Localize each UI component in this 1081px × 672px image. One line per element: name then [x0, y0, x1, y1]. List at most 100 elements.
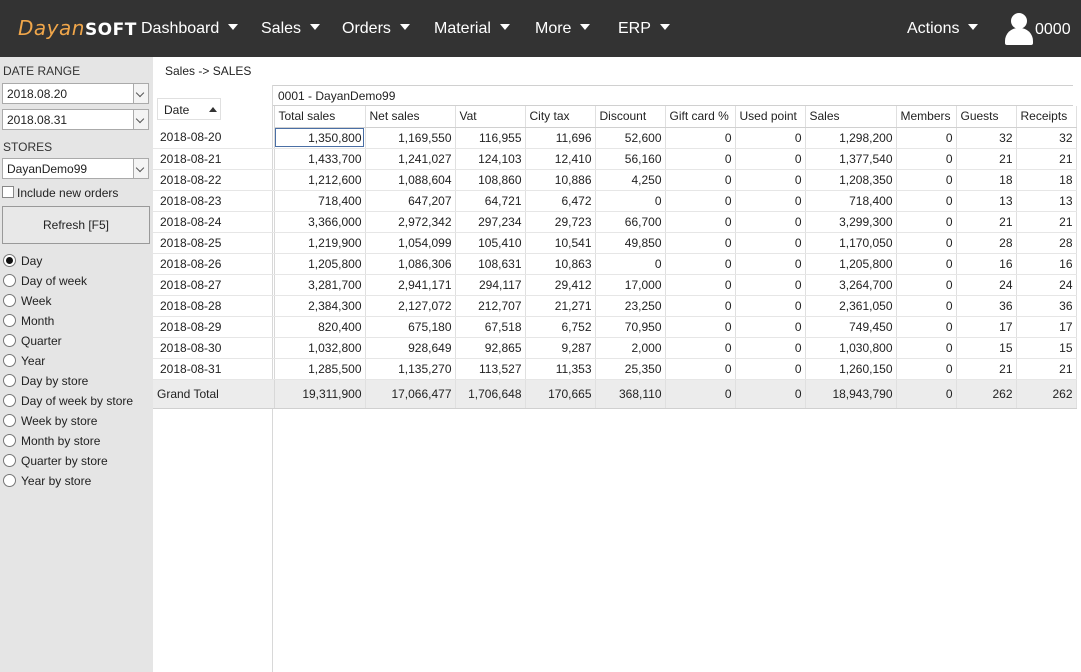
table-cell[interactable]: 0 — [665, 127, 736, 149]
table-cell[interactable]: 0 — [896, 358, 957, 380]
table-cell[interactable]: 0 — [896, 274, 957, 296]
radio-icon[interactable] — [3, 414, 16, 427]
table-cell[interactable]: 0 — [896, 127, 957, 149]
table-cell[interactable]: 36 — [1016, 295, 1077, 317]
table-cell[interactable]: 749,450 — [805, 316, 897, 338]
table-row[interactable]: 2018-08-27 3,281,700 2,941,171 294,117 29,41… — [153, 274, 1077, 296]
table-cell[interactable]: 18 — [956, 169, 1017, 191]
table-cell[interactable]: 0 — [896, 295, 957, 317]
column-header[interactable]: Receipts — [1016, 106, 1077, 128]
table-cell[interactable]: 13 — [1016, 190, 1077, 212]
table-cell[interactable]: 10,886 — [525, 169, 596, 191]
table-cell[interactable]: 16 — [1016, 253, 1077, 275]
table-cell[interactable]: 3,264,700 — [805, 274, 897, 296]
table-cell[interactable]: 21 — [956, 148, 1017, 170]
table-cell[interactable]: 1,377,540 — [805, 148, 897, 170]
table-row[interactable]: 2018-08-20 1,350,800 1,169,550 116,955 11,69… — [153, 127, 1077, 149]
table-cell[interactable]: 1,054,099 — [365, 232, 456, 254]
table-cell[interactable]: 1,285,500 — [274, 358, 366, 380]
table-cell[interactable]: 0 — [665, 169, 736, 191]
radio-icon[interactable] — [3, 274, 16, 287]
table-cell[interactable]: 0 — [665, 358, 736, 380]
table-cell[interactable]: 9,287 — [525, 337, 596, 359]
table-cell[interactable]: 1,135,270 — [365, 358, 456, 380]
table-row[interactable]: 2018-08-26 1,205,800 1,086,306 108,631 10,86… — [153, 253, 1077, 275]
table-cell[interactable]: 16 — [956, 253, 1017, 275]
table-cell[interactable]: 23,250 — [595, 295, 666, 317]
table-cell[interactable]: 17,066,477 — [365, 379, 456, 409]
column-header[interactable]: Used point — [735, 106, 806, 128]
table-cell[interactable]: 2,000 — [595, 337, 666, 359]
column-header[interactable]: Discount — [595, 106, 666, 128]
include-new-orders-checkbox[interactable] — [2, 186, 14, 198]
table-cell[interactable]: 116,955 — [455, 127, 526, 149]
table-cell[interactable]: 21 — [1016, 211, 1077, 233]
radio-icon[interactable] — [3, 394, 16, 407]
table-cell[interactable]: 0 — [665, 337, 736, 359]
table-cell[interactable]: 0 — [665, 148, 736, 170]
nav-actions[interactable]: Actions — [907, 20, 979, 38]
table-cell[interactable]: 52,600 — [595, 127, 666, 149]
table-cell[interactable]: 820,400 — [274, 316, 366, 338]
table-cell[interactable]: 0 — [896, 253, 957, 275]
table-cell[interactable]: 1,170,050 — [805, 232, 897, 254]
table-cell[interactable]: 2,361,050 — [805, 295, 897, 317]
table-cell[interactable]: 105,410 — [455, 232, 526, 254]
table-cell[interactable]: 1,088,604 — [365, 169, 456, 191]
table-cell[interactable]: 24 — [956, 274, 1017, 296]
dayansoft-logo[interactable]: DayanSOFT — [18, 16, 137, 40]
table-row[interactable]: 2018-08-30 1,032,800 928,649 92,865 9,287 2,0… — [153, 337, 1077, 359]
date-from-picker[interactable]: 2018.08.20 — [2, 83, 149, 104]
table-cell[interactable]: 108,860 — [455, 169, 526, 191]
radio-selected-icon[interactable] — [3, 254, 16, 267]
table-cell[interactable]: 0 — [735, 358, 806, 380]
chevron-down-icon[interactable] — [133, 84, 148, 103]
date-cell[interactable]: 2018-08-31 — [153, 358, 275, 380]
date-cell[interactable]: 2018-08-27 — [153, 274, 275, 296]
table-cell[interactable]: 6,752 — [525, 316, 596, 338]
table-cell[interactable]: 0 — [665, 253, 736, 275]
table-cell[interactable]: 21 — [1016, 358, 1077, 380]
table-cell[interactable]: 0 — [735, 127, 806, 149]
date-cell[interactable]: 2018-08-30 — [153, 337, 275, 359]
date-cell[interactable]: 2018-08-23 — [153, 190, 275, 212]
table-cell[interactable]: 3,281,700 — [274, 274, 366, 296]
grand-total-label[interactable]: Grand Total — [153, 379, 275, 409]
table-cell[interactable]: 36 — [956, 295, 1017, 317]
table-cell[interactable]: 0 — [896, 232, 957, 254]
nav-erp[interactable]: ERP — [618, 20, 670, 38]
table-cell[interactable]: 19,311,900 — [274, 379, 366, 409]
table-cell[interactable]: 0 — [735, 169, 806, 191]
table-cell[interactable]: 2,972,342 — [365, 211, 456, 233]
table-cell[interactable]: 1,205,800 — [805, 253, 897, 275]
table-cell[interactable]: 15 — [1016, 337, 1077, 359]
table-cell[interactable]: 21,271 — [525, 295, 596, 317]
column-header[interactable]: Vat — [455, 106, 526, 128]
table-cell[interactable]: 1,212,600 — [274, 169, 366, 191]
table-cell[interactable]: 718,400 — [805, 190, 897, 212]
table-cell[interactable]: 25,350 — [595, 358, 666, 380]
table-cell[interactable]: 1,350,800 — [274, 127, 366, 149]
column-header[interactable]: Sales — [805, 106, 897, 128]
column-header[interactable]: Net sales — [365, 106, 456, 128]
table-cell[interactable]: 368,110 — [595, 379, 666, 409]
nav-material[interactable]: Material — [434, 20, 510, 38]
radio-icon[interactable] — [3, 294, 16, 307]
table-cell[interactable]: 1,208,350 — [805, 169, 897, 191]
table-cell[interactable]: 0 — [735, 211, 806, 233]
column-header[interactable]: Total sales — [274, 106, 366, 128]
table-cell[interactable]: 0 — [735, 337, 806, 359]
table-cell[interactable]: 718,400 — [274, 190, 366, 212]
radio-icon[interactable] — [3, 434, 16, 447]
table-row[interactable]: 2018-08-24 3,366,000 2,972,342 297,234 29,72… — [153, 211, 1077, 233]
table-cell[interactable]: 28 — [1016, 232, 1077, 254]
table-row[interactable]: 2018-08-31 1,285,500 1,135,270 113,527 11,35… — [153, 358, 1077, 380]
table-cell[interactable]: 0 — [896, 316, 957, 338]
radio-icon[interactable] — [3, 354, 16, 367]
table-cell[interactable]: 6,472 — [525, 190, 596, 212]
table-cell[interactable]: 32 — [1016, 127, 1077, 149]
table-cell[interactable]: 1,260,150 — [805, 358, 897, 380]
table-cell[interactable]: 108,631 — [455, 253, 526, 275]
table-cell[interactable]: 124,103 — [455, 148, 526, 170]
table-cell[interactable]: 3,299,300 — [805, 211, 897, 233]
